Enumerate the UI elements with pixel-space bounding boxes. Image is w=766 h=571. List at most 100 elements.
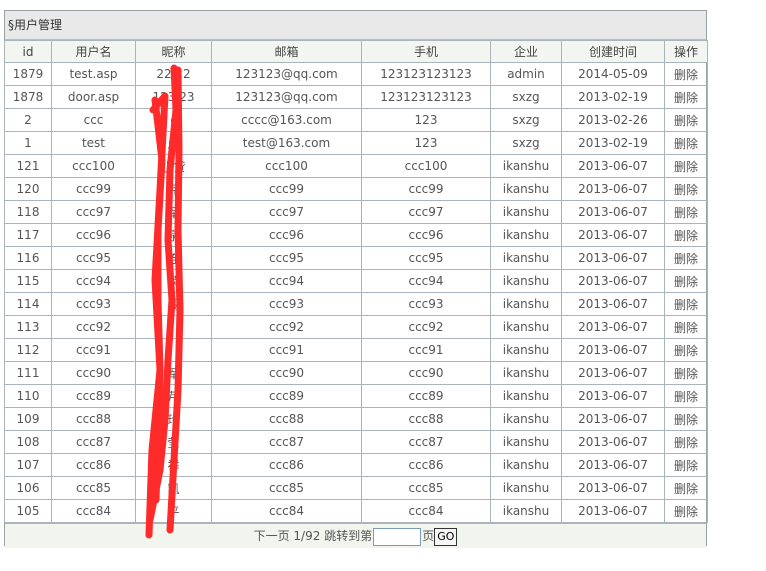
- cell-company: ikanshu: [490, 269, 562, 293]
- table-row: 116 ccc95 连 ccc95 ccc95 ikanshu 2013-06-07 删除: [4, 246, 708, 270]
- delete-link[interactable]: 删除: [664, 85, 708, 109]
- cell-username: test.asp: [51, 62, 136, 86]
- cell-nickname: 平: [135, 499, 212, 523]
- cell-id: 109: [4, 407, 52, 431]
- delete-link[interactable]: 删除: [664, 246, 708, 270]
- cell-phone: 123: [361, 108, 491, 132]
- cell-nickname: 凯: [135, 476, 212, 500]
- delete-link[interactable]: 删除: [664, 154, 708, 178]
- delete-link[interactable]: 删除: [664, 361, 708, 385]
- cell-email: ccc86: [211, 453, 362, 477]
- delete-link[interactable]: 删除: [664, 407, 708, 431]
- cell-email: ccc91: [211, 338, 362, 362]
- delete-link[interactable]: 删除: [664, 292, 708, 316]
- cell-email: 123123@qq.com: [211, 85, 362, 109]
- cell-email: ccc92: [211, 315, 362, 339]
- cell-id: 114: [4, 292, 52, 316]
- cell-username: ccc91: [51, 338, 136, 362]
- delete-link[interactable]: 删除: [664, 338, 708, 362]
- cell-email: ccc89: [211, 384, 362, 408]
- table-row: 111 ccc90 军 ccc90 ccc90 ikanshu 2013-06-07 删除: [4, 361, 708, 385]
- cell-nickname: 芹: [135, 177, 212, 201]
- cell-created: 2014-05-09: [561, 62, 665, 86]
- col-header-phone: 手机: [361, 40, 491, 63]
- cell-username: ccc87: [51, 430, 136, 454]
- cell-id: 116: [4, 246, 52, 270]
- table-row: 112 ccc91 ccc91 ccc91 ikanshu 2013-06-07 删除: [4, 338, 708, 362]
- cell-company: admin: [490, 62, 562, 86]
- col-header-company: 企业: [490, 40, 562, 63]
- cell-id: 115: [4, 269, 52, 293]
- cell-email: ccc85: [211, 476, 362, 500]
- cell-phone: ccc86: [361, 453, 491, 477]
- delete-link[interactable]: 删除: [664, 223, 708, 247]
- delete-link[interactable]: 删除: [664, 177, 708, 201]
- cell-company: ikanshu: [490, 384, 562, 408]
- cell-email: ccc88: [211, 407, 362, 431]
- cell-company: sxzg: [490, 131, 562, 155]
- cell-phone: ccc96: [361, 223, 491, 247]
- cell-phone: ccc100: [361, 154, 491, 178]
- cell-created: 2013-02-19: [561, 85, 665, 109]
- cell-created: 2013-06-07: [561, 407, 665, 431]
- jump-label: 跳转到第: [324, 529, 373, 543]
- cell-phone: 123123123123: [361, 62, 491, 86]
- cell-username: ccc96: [51, 223, 136, 247]
- cell-username: ccc97: [51, 200, 136, 224]
- cell-email: ccc94: [211, 269, 362, 293]
- cell-id: 121: [4, 154, 52, 178]
- cell-created: 2013-06-07: [561, 315, 665, 339]
- cell-id: 110: [4, 384, 52, 408]
- delete-link[interactable]: 删除: [664, 269, 708, 293]
- delete-link[interactable]: 删除: [664, 430, 708, 454]
- cell-company: ikanshu: [490, 453, 562, 477]
- cell-created: 2013-06-07: [561, 154, 665, 178]
- col-header-email: 邮箱: [211, 40, 362, 63]
- delete-link[interactable]: 删除: [664, 315, 708, 339]
- delete-link[interactable]: 删除: [664, 453, 708, 477]
- go-button[interactable]: GO: [434, 527, 458, 546]
- cell-nickname: 泉: [135, 223, 212, 247]
- cell-company: ikanshu: [490, 315, 562, 339]
- col-header-nickname: 昵称: [135, 40, 212, 63]
- cell-username: ccc90: [51, 361, 136, 385]
- delete-link[interactable]: 删除: [664, 200, 708, 224]
- cell-company: ikanshu: [490, 223, 562, 247]
- cell-phone: ccc87: [361, 430, 491, 454]
- table-row: 1879 test.asp 22 22 123123@qq.com 1231231231…: [4, 62, 708, 86]
- cell-email: ccc84: [211, 499, 362, 523]
- cell-phone: ccc92: [361, 315, 491, 339]
- delete-link[interactable]: 删除: [664, 384, 708, 408]
- cell-phone: ccc94: [361, 269, 491, 293]
- cell-username: ccc85: [51, 476, 136, 500]
- next-page-link[interactable]: 下一页: [254, 529, 290, 543]
- cell-created: 2013-06-07: [561, 453, 665, 477]
- cell-company: ikanshu: [490, 292, 562, 316]
- cell-company: ikanshu: [490, 154, 562, 178]
- table-row: 113 ccc92 ccc92 ccc92 ikanshu 2013-06-07 删除: [4, 315, 708, 339]
- delete-link[interactable]: 删除: [664, 499, 708, 523]
- delete-link[interactable]: 删除: [664, 108, 708, 132]
- table-row: 115 ccc94 荣 ccc94 ccc94 ikanshu 2013-06-07 删除: [4, 269, 708, 293]
- cell-username: door.asp: [51, 85, 136, 109]
- cell-username: ccc99: [51, 177, 136, 201]
- cell-email: ccc100: [211, 154, 362, 178]
- cell-nickname: 玲: [135, 407, 212, 431]
- cell-company: ikanshu: [490, 407, 562, 431]
- cell-created: 2013-06-07: [561, 361, 665, 385]
- cell-created: 2013-06-07: [561, 338, 665, 362]
- delete-link[interactable]: 删除: [664, 476, 708, 500]
- cell-id: 117: [4, 223, 52, 247]
- cell-created: 2013-06-07: [561, 223, 665, 247]
- cell-nickname: 荣: [135, 269, 212, 293]
- cell-nickname: c: [135, 108, 212, 132]
- cell-phone: ccc85: [361, 476, 491, 500]
- cell-created: 2013-06-07: [561, 246, 665, 270]
- cell-created: 2013-02-26: [561, 108, 665, 132]
- cell-created: 2013-06-07: [561, 430, 665, 454]
- delete-link[interactable]: 删除: [664, 62, 708, 86]
- cell-nickname: 连: [135, 246, 212, 270]
- table-row: 108 ccc87 莹 ccc87 ccc87 ikanshu 2013-06-07 删除: [4, 430, 708, 454]
- delete-link[interactable]: 删除: [664, 131, 708, 155]
- page-number-input[interactable]: [373, 527, 422, 546]
